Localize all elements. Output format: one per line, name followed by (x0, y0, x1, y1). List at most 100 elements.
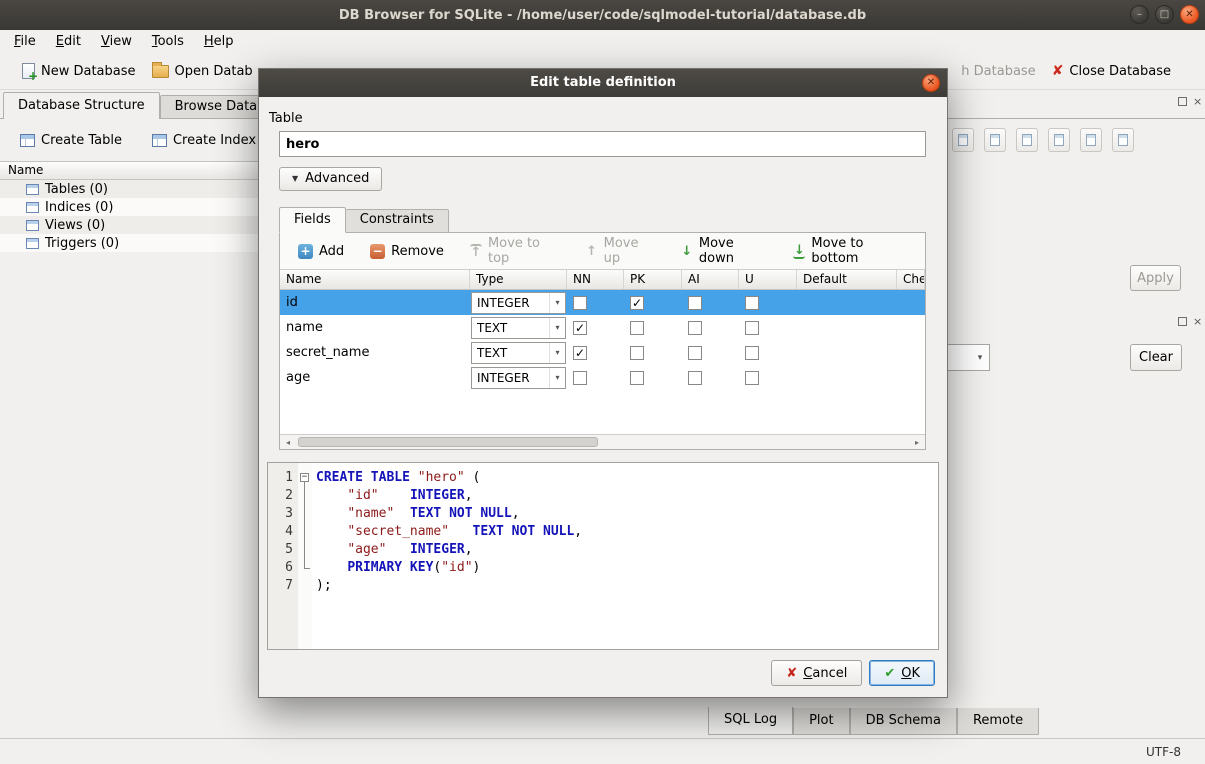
menu-help[interactable]: Help (194, 31, 244, 52)
menu-view[interactable]: View (91, 31, 142, 52)
check-cell[interactable] (897, 340, 925, 365)
default-cell[interactable] (797, 315, 897, 340)
u-checkbox[interactable] (745, 371, 759, 385)
document-icon[interactable] (984, 128, 1006, 152)
nn-checkbox[interactable] (573, 371, 587, 385)
table-name-input[interactable] (279, 131, 926, 157)
document-icon[interactable] (1016, 128, 1038, 152)
type-combobox[interactable]: INTEGER▾ (471, 292, 566, 314)
type-combobox[interactable]: TEXT▾ (471, 317, 566, 339)
advanced-toggle-button[interactable]: ▼ Advanced (279, 167, 382, 191)
document-icon[interactable] (952, 128, 974, 152)
fold-marker-icon[interactable]: − (300, 473, 309, 482)
close-dock-icon[interactable]: × (1193, 317, 1202, 326)
ai-checkbox[interactable] (688, 296, 702, 310)
filter-combobox[interactable]: ▾ (948, 344, 990, 371)
open-database-button[interactable]: Open Datab (144, 60, 261, 83)
sql-preview[interactable]: 1234567 − CREATE TABLE "hero" ( "id" INT… (267, 462, 939, 650)
maximize-icon[interactable]: □ (1155, 5, 1174, 24)
pk-checkbox[interactable] (630, 371, 644, 385)
horizontal-scrollbar[interactable]: ◂ ▸ (280, 434, 925, 449)
cancel-label: Cancel (803, 666, 847, 681)
new-database-button[interactable]: New Database (14, 59, 144, 83)
column-header-u[interactable]: U (739, 270, 797, 289)
ai-checkbox[interactable] (688, 346, 702, 360)
column-header-default[interactable]: Default (797, 270, 897, 289)
type-value: INTEGER (477, 371, 530, 385)
tab-constraints[interactable]: Constraints (346, 209, 449, 233)
field-row-secret-name[interactable]: secret_nameTEXT▾ ✓ (280, 340, 925, 365)
minimize-icon[interactable]: – (1130, 5, 1149, 24)
nn-checkbox[interactable]: ✓ (573, 321, 587, 335)
pk-checkbox[interactable]: ✓ (630, 296, 644, 310)
float-dock-icon[interactable] (1178, 97, 1187, 106)
menu-edit[interactable]: Edit (46, 31, 91, 52)
type-combobox[interactable]: INTEGER▾ (471, 367, 566, 389)
u-checkbox[interactable] (745, 321, 759, 335)
column-header-pk[interactable]: PK (624, 270, 682, 289)
create-index-button[interactable]: Create Index (146, 130, 262, 151)
scroll-right-icon[interactable]: ▸ (909, 435, 925, 449)
menu-tools[interactable]: Tools (142, 31, 194, 52)
u-checkbox[interactable] (745, 346, 759, 360)
scroll-left-icon[interactable]: ◂ (280, 435, 296, 449)
close-database-label: Close Database (1069, 64, 1171, 79)
move-down-button[interactable]: ↓Move down (673, 233, 776, 269)
ai-checkbox[interactable] (688, 321, 702, 335)
column-header-nn[interactable]: NN (567, 270, 624, 289)
check-cell[interactable] (897, 290, 925, 315)
default-cell[interactable] (797, 290, 897, 315)
default-cell[interactable] (797, 365, 897, 390)
type-combobox[interactable]: TEXT▾ (471, 342, 566, 364)
close-window-icon[interactable]: ✕ (1180, 5, 1199, 24)
move-to-bottom-button[interactable]: ↓Move to bottom (785, 233, 915, 269)
encoding-indicator[interactable]: UTF-8 (1146, 745, 1181, 759)
clear-button[interactable]: Clear (1130, 344, 1182, 371)
pk-checkbox[interactable] (630, 321, 644, 335)
pk-checkbox[interactable] (630, 346, 644, 360)
ok-button[interactable]: ✔ OK (869, 660, 935, 686)
scrollbar-thumb[interactable] (298, 437, 598, 447)
column-header-ai[interactable]: AI (682, 270, 739, 289)
dock-tab-sql-log[interactable]: SQL Log (708, 707, 793, 735)
field-row-age[interactable]: ageINTEGER▾ (280, 365, 925, 390)
tab-fields[interactable]: Fields (279, 207, 346, 233)
table-icon[interactable] (1080, 128, 1102, 152)
tab-database-structure[interactable]: Database Structure (3, 92, 160, 119)
fold-line (304, 482, 305, 568)
nn-checkbox[interactable] (573, 296, 587, 310)
dock-tab-plot[interactable]: Plot (793, 708, 850, 735)
column-header-type[interactable]: Type (470, 270, 567, 289)
ai-checkbox[interactable] (688, 371, 702, 385)
table-icon (26, 202, 39, 213)
field-row-id[interactable]: idINTEGER▾ ✓ (280, 290, 925, 315)
cancel-button[interactable]: ✘ Cancel (771, 660, 862, 686)
dock-tab-db-schema[interactable]: DB Schema (850, 708, 957, 735)
create-table-button[interactable]: Create Table (14, 130, 128, 151)
field-row-name[interactable]: nameTEXT▾ ✓ (280, 315, 925, 340)
tab-browse-data[interactable]: Browse Data (160, 95, 273, 119)
table-icon[interactable] (1048, 128, 1070, 152)
close-database-button[interactable]: ✘ Close Database (1044, 59, 1179, 83)
column-header-name[interactable]: Name (280, 270, 470, 289)
dock-tab-remote[interactable]: Remote (957, 708, 1039, 735)
remove-button[interactable]: −Remove (362, 241, 452, 262)
float-dock-icon[interactable] (1178, 317, 1187, 326)
field-name-cell[interactable]: name (280, 315, 470, 340)
field-name-cell[interactable]: id (280, 290, 470, 315)
default-cell[interactable] (797, 340, 897, 365)
field-name-cell[interactable]: age (280, 365, 470, 390)
scrollbar-track[interactable] (296, 435, 909, 449)
field-name-cell[interactable]: secret_name (280, 340, 470, 365)
advanced-label: Advanced (305, 171, 369, 186)
add-button[interactable]: +Add (290, 241, 352, 262)
table-icon[interactable] (1112, 128, 1134, 152)
u-checkbox[interactable] (745, 296, 759, 310)
nn-checkbox[interactable]: ✓ (573, 346, 587, 360)
check-cell[interactable] (897, 315, 925, 340)
close-dialog-icon[interactable]: ✕ (922, 74, 940, 92)
close-dock-icon[interactable]: × (1193, 97, 1202, 106)
column-header-che[interactable]: Che (897, 270, 925, 289)
check-cell[interactable] (897, 365, 925, 390)
menu-file[interactable]: File (4, 31, 46, 52)
